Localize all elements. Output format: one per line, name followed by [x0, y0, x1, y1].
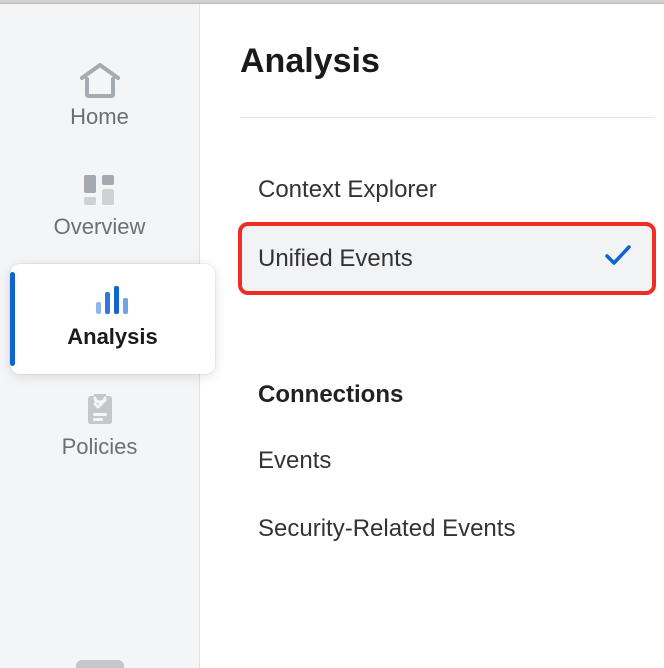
menu-item-label: Unified Events	[258, 245, 413, 273]
sidebar-item-overview[interactable]: Overview	[0, 154, 199, 264]
menu-item-label: Security-Related Events	[258, 515, 515, 543]
menu-item-security-related-events[interactable]: Security-Related Events	[240, 495, 654, 563]
analysis-menu: Context Explorer Unified Events Connecti…	[240, 118, 654, 563]
menu-item-unified-events[interactable]: Unified Events	[240, 224, 654, 293]
sidebar-item-label: Analysis	[67, 324, 158, 350]
check-icon	[604, 244, 632, 273]
menu-item-label: Events	[258, 447, 331, 475]
sidebar-item-policies[interactable]: Policies	[0, 374, 199, 484]
menu-item-context-explorer[interactable]: Context Explorer	[240, 156, 654, 224]
sidebar-item-label: Overview	[54, 214, 146, 240]
menu-item-label: Context Explorer	[258, 176, 437, 204]
overview-icon	[82, 170, 118, 210]
menu-section-header-connections: Connections	[240, 363, 654, 427]
sidebar: Home Overview	[0, 4, 200, 668]
menu-item-events[interactable]: Events	[240, 427, 654, 495]
policies-icon	[82, 390, 118, 430]
sidebar-item-label: Policies	[62, 434, 138, 460]
sidebar-item-label: Home	[70, 104, 129, 130]
sidebar-item-home[interactable]: Home	[0, 44, 199, 154]
home-icon	[78, 60, 122, 100]
app-container: Home Overview	[0, 4, 664, 668]
sidebar-cutoff-indicator	[76, 660, 124, 668]
analysis-icon	[93, 280, 133, 320]
main-panel: Analysis Context Explorer Unified Events…	[200, 4, 664, 668]
sidebar-item-analysis[interactable]: Analysis	[10, 264, 215, 374]
page-title: Analysis	[240, 42, 654, 118]
